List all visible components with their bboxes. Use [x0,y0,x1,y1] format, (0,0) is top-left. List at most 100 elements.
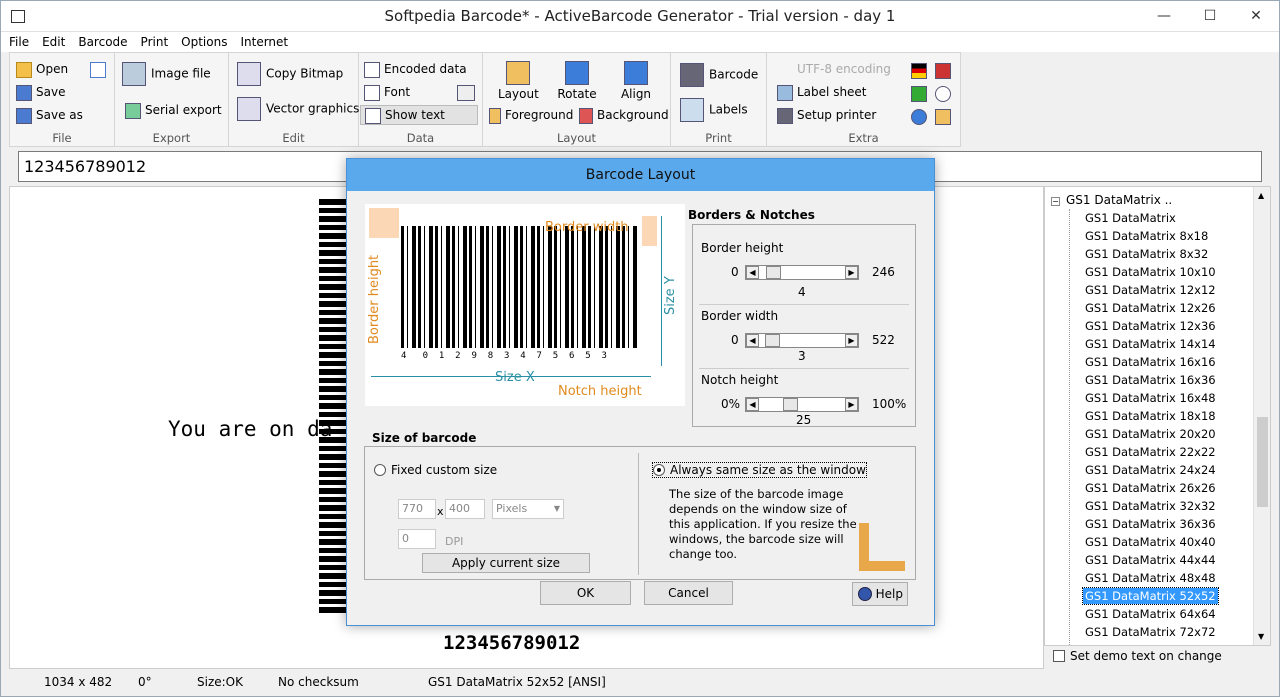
tree-item[interactable]: GS1 DataMatrix 12x26 [1083,300,1218,316]
german-flag-button[interactable] [911,61,931,79]
tree-item[interactable]: GS1 DataMatrix 12x12 [1083,282,1218,298]
radio-icon[interactable] [374,464,386,476]
tree-item[interactable]: GS1 DataMatrix 26x26 [1083,480,1218,496]
menu-barcode[interactable]: Barcode [73,32,132,52]
tree-scrollbar[interactable]: ▲ ▼ [1253,187,1270,645]
fixed-custom-size-radio[interactable]: Fixed custom size [374,463,497,477]
utf8-encoding-toggle[interactable]: UTF-8 encoding [797,60,891,78]
apply-current-size-button[interactable]: Apply current size [422,553,590,573]
slider-left-icon[interactable]: ◀ [746,266,759,279]
checkbox-icon[interactable] [1053,650,1065,662]
slider-right-icon[interactable]: ▶ [845,334,858,347]
status-angle: 0° [138,675,152,689]
us-flag-button[interactable] [935,61,955,79]
barcode-type-tree[interactable]: − GS1 DataMatrix .. GS1 DataMatrix GS1 Dat… [1044,186,1271,646]
tree-item[interactable]: GS1 DataMatrix 10x10 [1083,264,1218,280]
close-button[interactable]: ✕ [1233,1,1279,32]
scroll-thumb[interactable] [1257,417,1268,507]
foreground-button[interactable]: Foreground [489,106,573,124]
tree-item[interactable]: GS1 DataMatrix 8x32 [1083,246,1210,262]
rotate-button[interactable]: Rotate [557,61,597,103]
background-button[interactable]: Background [579,106,669,124]
print-barcode-button[interactable]: Barcode [680,63,758,87]
align-button[interactable]: Align [616,61,656,103]
image-file-button[interactable]: Image file [122,62,211,86]
font-button[interactable]: Font [364,83,410,101]
tree-item[interactable]: GS1 DataMatrix 24x24 [1083,462,1218,478]
tree-item[interactable]: GS1 DataMatrix 12x36 [1083,318,1218,334]
slider-left-icon[interactable]: ◀ [746,398,759,411]
save-as-button[interactable]: Save as [16,106,83,124]
save-button[interactable]: Save [16,83,65,101]
labels-button[interactable]: Labels [680,98,748,122]
menu-options[interactable]: Options [176,32,232,52]
always-same-size-radio[interactable]: Always same size as the window [652,462,867,478]
tree-item[interactable]: GS1 DataMatrix 16x36 [1083,372,1218,388]
menu-print[interactable]: Print [136,32,174,52]
tree-item[interactable]: GS1 DataMatrix 20x20 [1083,426,1218,442]
dpi-input[interactable]: 0 [398,529,436,549]
tree-item[interactable]: GS1 DataMatrix 52x52 [1082,587,1219,605]
slider-left-icon[interactable]: ◀ [746,334,759,347]
tree-item[interactable]: GS1 DataMatrix 64x64 [1083,606,1218,622]
slider-thumb[interactable] [783,398,798,411]
slider-right-icon[interactable]: ▶ [845,266,858,279]
status-state: Size:OK [197,675,243,689]
unit-select[interactable]: Pixels ▼ [492,499,564,519]
email-button[interactable] [935,84,955,102]
slider-thumb[interactable] [765,334,780,347]
tree-item[interactable]: GS1 DataMatrix 40x40 [1083,534,1218,550]
update-button[interactable] [911,84,931,102]
status-checksum: No checksum [278,675,359,689]
maximize-button[interactable]: ☐ [1187,1,1233,32]
info-button[interactable] [911,107,931,125]
demo-text-checkbox[interactable]: Set demo text on change [1053,649,1222,663]
tree-item[interactable]: GS1 DataMatrix 44x44 [1083,552,1218,568]
tree-item[interactable]: GS1 DataMatrix [1083,210,1178,226]
exit-button[interactable] [935,107,955,125]
help-button[interactable]: Help [852,582,908,606]
notch-height-min: 0% [721,397,741,411]
setup-printer-button[interactable]: Setup printer [777,106,876,124]
show-text-button[interactable]: Show text [360,105,478,125]
height-input[interactable]: 400 [445,499,485,519]
ribbon-group-print: Barcode Labels Print [671,53,767,146]
ok-button[interactable]: OK [540,581,631,605]
tree-item[interactable]: GS1 DataMatrix 14x14 [1083,336,1218,352]
scroll-up-icon[interactable]: ▲ [1258,191,1264,200]
vector-graphics-button[interactable]: Vector graphics [237,97,359,121]
minimize-button[interactable]: — [1141,1,1187,32]
tree-item[interactable]: GS1 DataMatrix 8x18 [1083,228,1210,244]
notch-height-slider[interactable]: ◀ ▶ [745,397,859,412]
tree-item[interactable]: GS1 DataMatrix 36x36 [1083,516,1218,532]
chevron-down-icon[interactable]: ▼ [554,500,560,518]
tree-item[interactable]: GS1 DataMatrix 16x16 [1083,354,1218,370]
menu-edit[interactable]: Edit [37,32,70,52]
open-button[interactable]: Open [16,60,68,78]
tree-item[interactable]: GS1 DataMatrix 72x72 [1083,624,1218,640]
slider-right-icon[interactable]: ▶ [845,398,858,411]
new-document-button[interactable] [90,60,110,78]
menu-internet[interactable]: Internet [235,32,293,52]
tree-item[interactable]: GS1 DataMatrix 18x18 [1083,408,1218,424]
collapse-icon[interactable]: − [1051,197,1060,206]
layout-button[interactable]: Layout [498,61,539,103]
tree-item[interactable]: GS1 DataMatrix 16x48 [1083,390,1218,406]
width-input[interactable]: 770 [398,499,436,519]
tree-item[interactable]: GS1 DataMatrix 22x22 [1083,444,1218,460]
tree-item[interactable]: GS1 DataMatrix 32x32 [1083,498,1218,514]
cancel-button[interactable]: Cancel [644,581,733,605]
save-label: Save [36,85,66,99]
tree-item[interactable]: GS1 DataMatrix 48x48 [1083,570,1218,586]
label-sheet-button[interactable]: Label sheet [777,83,867,101]
encoded-data-button[interactable]: Encoded data [364,60,467,78]
border-width-slider[interactable]: ◀ ▶ [745,333,859,348]
copy-bitmap-button[interactable]: Copy Bitmap [237,62,343,86]
serial-export-button[interactable]: Serial export [125,101,222,119]
scroll-down-icon[interactable]: ▼ [1258,632,1264,641]
border-height-slider[interactable]: ◀ ▶ [745,265,859,280]
menu-file[interactable]: File [4,32,34,52]
tree-root[interactable]: − GS1 DataMatrix .. [1051,193,1172,207]
radio-icon[interactable] [653,464,665,476]
slider-thumb[interactable] [766,266,781,279]
